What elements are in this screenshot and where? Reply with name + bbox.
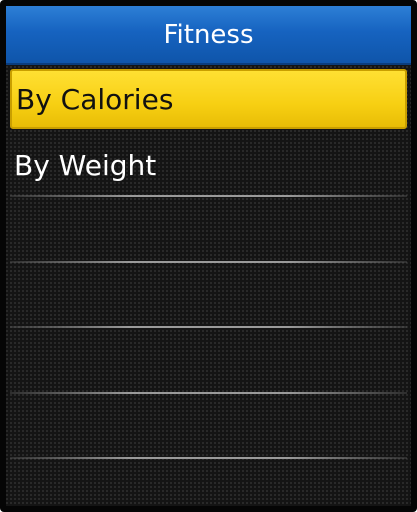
list-divider	[10, 326, 407, 328]
page-title: Fitness	[163, 19, 254, 50]
list-divider	[10, 392, 407, 394]
list-divider	[10, 261, 407, 263]
device-screen: Fitness By Calories By Weight	[0, 0, 417, 512]
menu-item-by-weight[interactable]: By Weight	[10, 135, 407, 195]
menu-item-label: By Weight	[14, 148, 157, 182]
title-bar: Fitness	[6, 6, 411, 65]
list-divider	[10, 195, 407, 197]
menu-list: By Calories By Weight	[6, 69, 411, 201]
menu-item-label: By Calories	[16, 82, 174, 116]
list-divider	[10, 457, 407, 459]
menu-item-by-calories[interactable]: By Calories	[10, 69, 407, 129]
